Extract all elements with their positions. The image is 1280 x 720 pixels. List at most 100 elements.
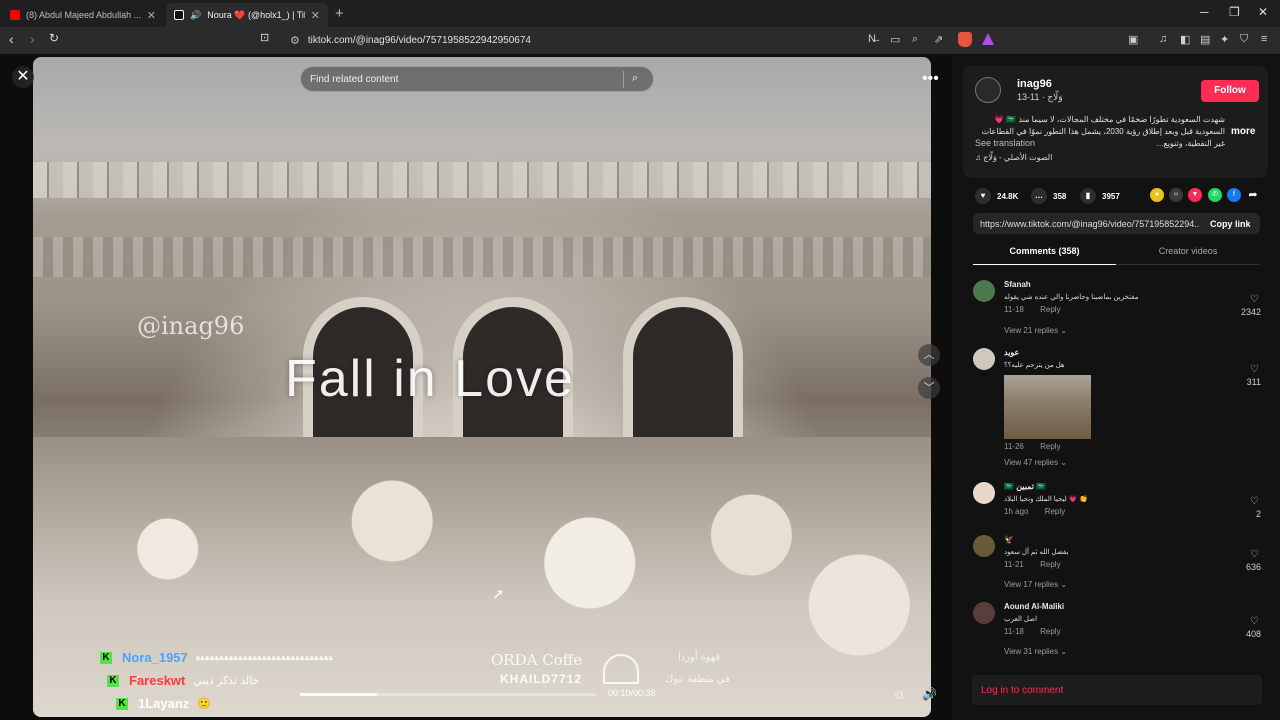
save-count: 3957 bbox=[1102, 191, 1120, 201]
brave-rewards-icon[interactable] bbox=[982, 33, 994, 45]
mouse-cursor-icon: ➚ bbox=[492, 586, 505, 603]
reply-button[interactable]: Reply bbox=[1040, 560, 1060, 569]
chat-line: K Fareskwt خالد تذكر ذيبي bbox=[107, 673, 259, 688]
menu-icon[interactable]: ≡ bbox=[1261, 33, 1267, 45]
commenter-name[interactable]: 🇸🇦 تمبين 🇸🇦 bbox=[1004, 482, 1046, 491]
next-video-button[interactable]: ﹀ bbox=[918, 377, 940, 399]
comment-date: 11-26 bbox=[1004, 442, 1024, 451]
reload-icon[interactable]: ↻ bbox=[49, 31, 59, 45]
repost-icon[interactable]: ▼ bbox=[1188, 188, 1202, 202]
commenter-name[interactable]: Sfanah bbox=[1004, 280, 1031, 289]
share-page-icon[interactable]: ⇗ bbox=[934, 33, 943, 46]
save-stat[interactable]: ▮ 3957 bbox=[1080, 188, 1120, 204]
bookmark-icon[interactable]: ⊡ bbox=[260, 31, 269, 44]
whatsapp-icon[interactable]: ✆ bbox=[1208, 188, 1222, 202]
commenter-avatar[interactable] bbox=[973, 602, 995, 624]
reply-button[interactable]: Reply bbox=[1045, 507, 1065, 516]
reader-icon[interactable]: ▣ bbox=[1128, 33, 1138, 46]
coin-share-icon[interactable]: ● bbox=[1150, 188, 1164, 202]
view-replies-button[interactable]: View 17 replies ⌄ bbox=[1004, 580, 1067, 589]
more-options-icon[interactable]: ••• bbox=[922, 70, 939, 88]
restore-icon[interactable]: ❐ bbox=[1229, 5, 1240, 19]
chat-line: K Nora_1957 ﻫﻫﻫﻫﻫﻫﻫﻫﻫﻫﻫﻫﻫﻫﻫﻫﻫﻫﻫﻫﻫﻫﻫﻫﻫﻫﻫﻫ… bbox=[100, 650, 333, 665]
view-replies-button[interactable]: View 47 replies ⌄ bbox=[1004, 458, 1067, 467]
browser-tab-tiktok[interactable]: 🔊 Noura ❤️ (@holx1_) | TikTok ✕ bbox=[166, 3, 328, 27]
facebook-icon[interactable]: f bbox=[1227, 188, 1241, 202]
video-progress-bar[interactable] bbox=[300, 693, 596, 696]
search-related-input[interactable]: Find related content ⌕ bbox=[300, 66, 654, 92]
comment-meta: 11-18 Reply bbox=[1004, 305, 1061, 314]
close-tab-icon[interactable]: ✕ bbox=[147, 9, 156, 22]
more-button[interactable]: more bbox=[1231, 126, 1255, 137]
heart-icon[interactable]: ♥ bbox=[975, 188, 991, 204]
like-stat[interactable]: ♥ 24.8K bbox=[975, 188, 1018, 204]
reply-button[interactable]: Reply bbox=[1040, 442, 1060, 451]
brand-handle: KHAILD7712 bbox=[500, 672, 583, 686]
browser-tab-youtube[interactable]: (8) Abdul Majeed Abdullah ... Fezi Lat ✕ bbox=[2, 3, 164, 27]
close-tab-icon[interactable]: ✕ bbox=[311, 9, 320, 22]
login-to-comment-button[interactable]: Log in to comment bbox=[972, 675, 1262, 705]
close-video-button[interactable]: ✕ bbox=[12, 66, 34, 88]
commenter-avatar[interactable] bbox=[973, 535, 995, 557]
search-icon[interactable]: ⌕ bbox=[632, 72, 638, 85]
forward-icon[interactable]: › bbox=[30, 31, 35, 47]
previous-video-button[interactable]: ︿ bbox=[918, 344, 940, 366]
pip-icon[interactable]: ⧉ bbox=[895, 688, 904, 703]
commenter-avatar[interactable] bbox=[973, 348, 995, 370]
comment-image[interactable] bbox=[1004, 375, 1091, 439]
site-info-icon[interactable]: ⚙ bbox=[290, 34, 300, 47]
brave-shields-icon[interactable] bbox=[958, 32, 972, 47]
comment-like-icon[interactable]: ♡ bbox=[1250, 496, 1259, 507]
sidebar-icon[interactable]: ◧ bbox=[1180, 33, 1190, 46]
back-icon[interactable]: ‹ bbox=[9, 31, 14, 47]
sound-link[interactable]: ♫ الصوت الأصلي - وَلّاج bbox=[975, 153, 1052, 162]
chat-message: خالد تذكر ذيبي bbox=[193, 675, 260, 687]
commenter-name[interactable]: Aound Al-Maliki bbox=[1004, 602, 1064, 611]
comment-like-icon[interactable]: ♡ bbox=[1250, 364, 1259, 375]
share-url[interactable]: https://www.tiktok.com/@inag96/video/757… bbox=[980, 219, 1200, 229]
speaker-icon[interactable]: 🔊 bbox=[190, 10, 201, 20]
volume-icon[interactable]: 🔊 bbox=[922, 687, 937, 701]
minimize-icon[interactable]: ─ bbox=[1200, 5, 1209, 19]
video-timecode: 00:10/00:38 bbox=[608, 688, 656, 698]
embed-icon[interactable]: ‹› bbox=[1169, 188, 1183, 202]
chat-emoji-icon: 🙂 bbox=[197, 698, 212, 710]
view-replies-button[interactable]: View 31 replies ⌄ bbox=[1004, 647, 1067, 656]
vpn-shield-icon[interactable]: ⛉ bbox=[1240, 33, 1248, 46]
author-username[interactable]: inag96 bbox=[1017, 78, 1052, 90]
comment-like-icon[interactable]: ♡ bbox=[1250, 294, 1259, 305]
comment-text: اصل العرب bbox=[1004, 616, 1038, 623]
cast-icon[interactable]: ▭ bbox=[890, 33, 900, 46]
wallet-icon[interactable]: ▤ bbox=[1200, 33, 1210, 46]
follow-button[interactable]: Follow bbox=[1201, 80, 1259, 102]
translate-icon[interactable]: N̶ bbox=[868, 33, 876, 45]
reply-button[interactable]: Reply bbox=[1040, 627, 1060, 636]
leo-ai-icon[interactable]: ✦ bbox=[1220, 33, 1229, 46]
video-area: @inag96 Fall in Love ✕ Find related cont… bbox=[0, 54, 952, 720]
view-replies-button[interactable]: View 21 replies ⌄ bbox=[1004, 326, 1067, 335]
commenter-name[interactable]: 🦅 bbox=[1004, 535, 1014, 544]
commenter-avatar[interactable] bbox=[973, 280, 995, 302]
comment-stat[interactable]: … 358 bbox=[1031, 188, 1066, 204]
author-avatar[interactable] bbox=[975, 77, 1001, 103]
tab-comments[interactable]: Comments (358) bbox=[973, 243, 1116, 265]
comment-icon[interactable]: … bbox=[1031, 188, 1047, 204]
close-window-icon[interactable]: ✕ bbox=[1258, 5, 1268, 19]
sound-name: الصوت الأصلي - وَلّاج bbox=[983, 153, 1053, 162]
new-tab-button[interactable]: + bbox=[335, 5, 344, 22]
comment-like-icon[interactable]: ♡ bbox=[1250, 549, 1259, 560]
music-icon[interactable]: ♫ bbox=[1159, 33, 1167, 45]
see-translation-link[interactable]: See translation bbox=[975, 138, 1035, 148]
copy-link-button[interactable]: Copy link bbox=[1210, 219, 1251, 229]
zoom-icon[interactable]: ⌕ bbox=[912, 33, 918, 46]
chat-line: K 1Layanz 🙂 bbox=[116, 696, 211, 711]
reply-button[interactable]: Reply bbox=[1040, 305, 1060, 314]
comment-date: 11-21 bbox=[1004, 560, 1024, 569]
bookmark-icon[interactable]: ▮ bbox=[1080, 188, 1096, 204]
comment-like-icon[interactable]: ♡ bbox=[1250, 616, 1259, 627]
commenter-name[interactable]: عويد bbox=[1004, 348, 1019, 357]
like-count: 24.8K bbox=[997, 191, 1019, 201]
tab-creator-videos[interactable]: Creator videos bbox=[1116, 243, 1260, 265]
commenter-avatar[interactable] bbox=[973, 482, 995, 504]
share-arrow-icon[interactable]: ➦ bbox=[1246, 188, 1260, 202]
